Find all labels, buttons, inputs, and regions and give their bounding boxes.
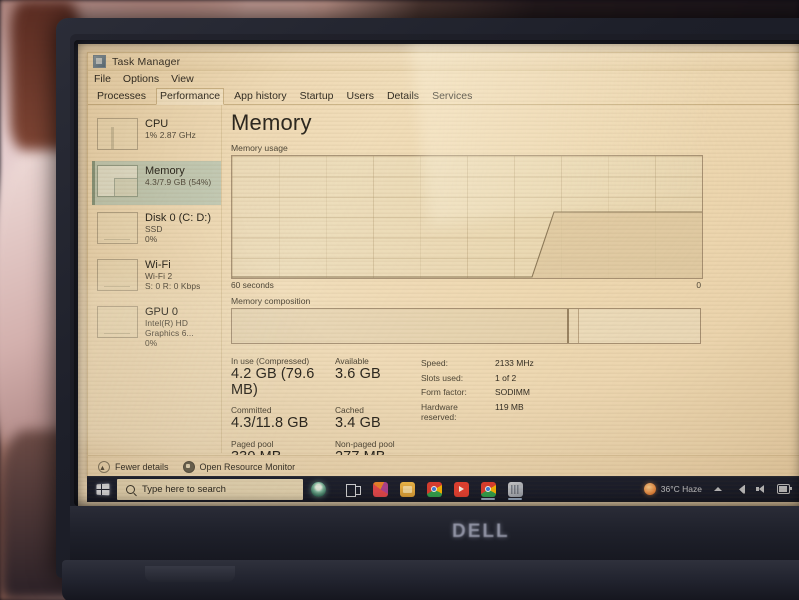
lower-bezel: [70, 506, 799, 568]
laptop-hinge-notch: [145, 566, 235, 582]
dell-brand-logo: DELL: [452, 521, 510, 542]
bezel-inner-shadow: [74, 40, 799, 506]
screenshot-stage: Task Manager File Options View Processes…: [0, 0, 799, 600]
